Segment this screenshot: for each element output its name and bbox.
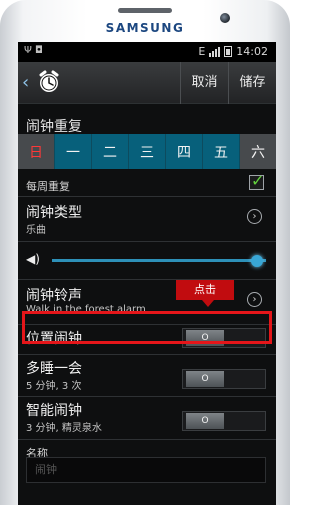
volume-icon: ◀) xyxy=(26,252,40,266)
weekly-repeat-label: 每周重复 xyxy=(26,180,70,193)
day-thu[interactable]: 四 xyxy=(166,134,203,169)
day-tue[interactable]: 二 xyxy=(92,134,129,169)
divider xyxy=(18,396,276,397)
status-bar: Ψ ◘ E 14:02 xyxy=(18,42,276,62)
save-button[interactable]: 储存 xyxy=(228,62,276,104)
day-fri[interactable]: 五 xyxy=(203,134,240,169)
ringtone-arrow-icon[interactable]: › xyxy=(247,292,262,307)
smart-alarm-toggle[interactable]: O xyxy=(182,411,266,431)
snooze-value: 5 分钟, 3 次 xyxy=(26,381,82,392)
alarm-name-input[interactable]: 闹钟 xyxy=(26,457,266,483)
volume-slider-thumb[interactable] xyxy=(251,255,264,267)
tutorial-highlight-box xyxy=(22,311,272,344)
weekly-repeat-checkbox[interactable]: ✓ xyxy=(249,171,264,190)
action-bar: ‹ 取消 储存 xyxy=(18,62,276,104)
smart-alarm-value: 3 分钟, 精灵泉水 xyxy=(26,423,102,434)
weekday-selector: 日 一 二 三 四 五 六 xyxy=(18,134,276,169)
status-left-icons: Ψ ◘ xyxy=(24,45,43,56)
toggle-knob: O xyxy=(186,413,224,429)
phone-frame: SAMSUNG Ψ ◘ E 14:02 ‹ 取消 储存 闹钟重复 日 一 二 三… xyxy=(0,0,290,505)
day-wed[interactable]: 三 xyxy=(129,134,166,169)
smart-alarm-title: 智能闹钟 xyxy=(26,403,82,419)
alarm-type-title: 闹钟类型 xyxy=(26,205,82,221)
status-time: 14:02 xyxy=(236,45,268,58)
divider xyxy=(18,354,276,355)
day-sat[interactable]: 六 xyxy=(240,134,276,169)
device-brand: SAMSUNG xyxy=(105,21,185,35)
cancel-button[interactable]: 取消 xyxy=(180,62,228,104)
network-type: E xyxy=(198,45,206,58)
snooze-title: 多睡一会 xyxy=(26,361,82,377)
back-icon[interactable]: ‹ xyxy=(22,72,29,93)
volume-slider[interactable] xyxy=(52,259,266,262)
toggle-knob: O xyxy=(186,371,224,387)
divider xyxy=(18,439,276,440)
battery-icon xyxy=(224,46,233,57)
divider xyxy=(18,241,276,242)
tutorial-callout: 点击 xyxy=(176,280,234,307)
signal-icon xyxy=(209,46,221,57)
phone-screen: Ψ ◘ E 14:02 ‹ 取消 储存 闹钟重复 日 一 二 三 四 五 六 每… xyxy=(18,42,276,505)
status-right: E 14:02 xyxy=(198,45,268,58)
divider xyxy=(18,196,276,197)
alarm-type-arrow-icon[interactable]: › xyxy=(247,209,262,224)
repeat-title: 闹钟重复 xyxy=(26,119,82,135)
check-icon: ✓ xyxy=(251,171,265,190)
alarm-clock-icon xyxy=(39,70,59,92)
day-sun[interactable]: 日 xyxy=(18,134,55,169)
day-mon[interactable]: 一 xyxy=(55,134,92,169)
speaker-grille xyxy=(118,8,172,13)
divider xyxy=(18,279,276,280)
ringtone-title: 闹钟铃声 xyxy=(26,288,82,304)
alarm-type-value: 乐曲 xyxy=(26,225,46,236)
snooze-toggle[interactable]: O xyxy=(182,369,266,389)
